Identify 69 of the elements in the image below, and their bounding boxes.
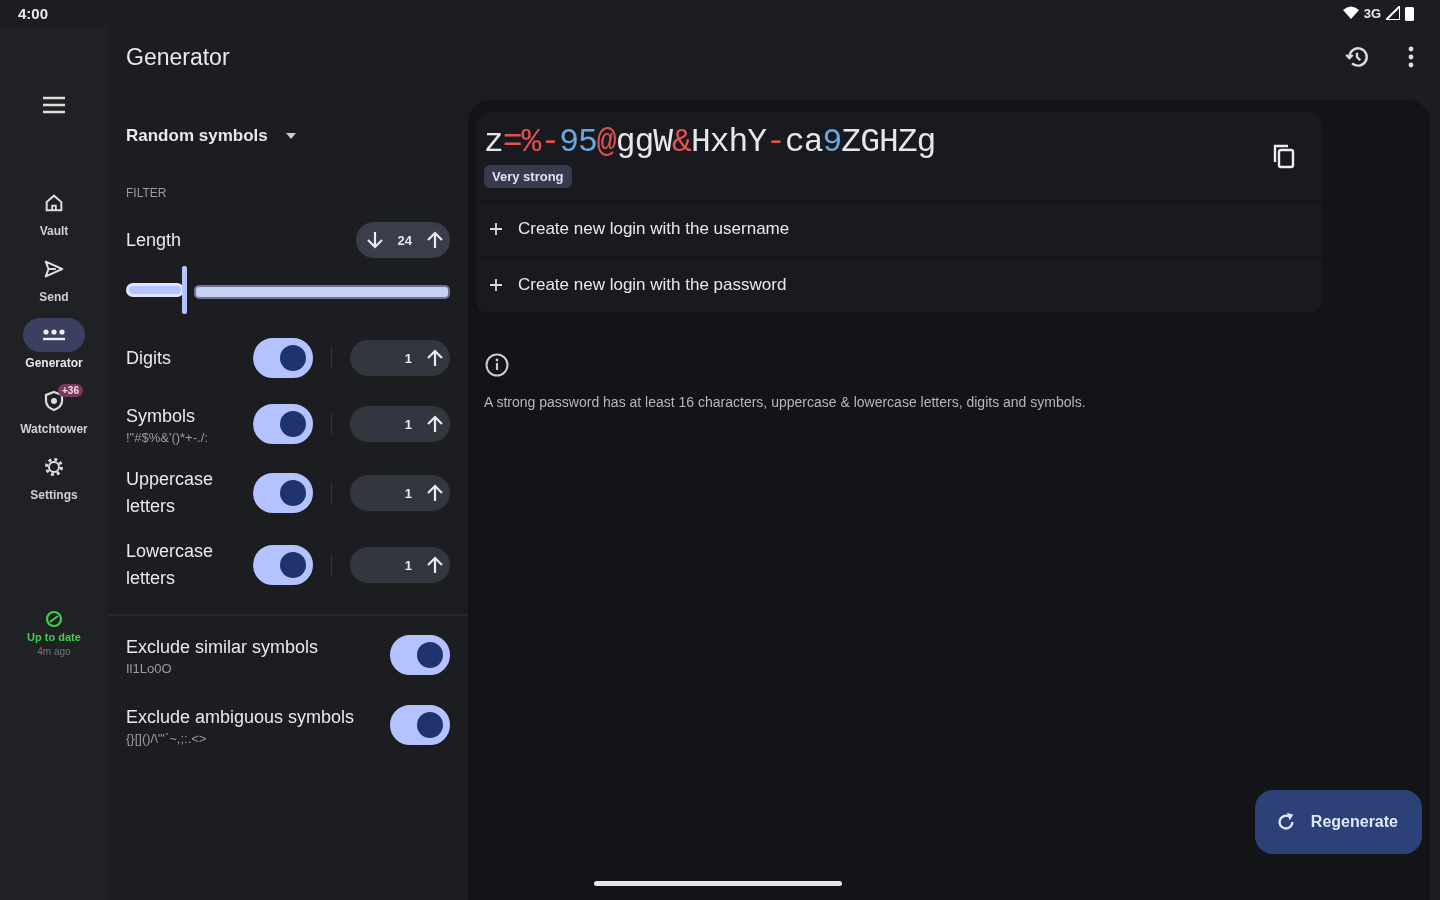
arrow-down-icon[interactable] bbox=[365, 230, 384, 250]
option-label: Symbols bbox=[126, 405, 197, 428]
battery-icon bbox=[1405, 5, 1414, 21]
toggle-switch[interactable] bbox=[253, 338, 313, 378]
nav-item[interactable]: +36 Watchtower bbox=[4, 384, 104, 436]
strength-badge: Very strong bbox=[484, 165, 572, 188]
option-label: Lowercase letters bbox=[126, 540, 215, 590]
toggle-switch[interactable] bbox=[253, 545, 313, 585]
arrow-up-icon[interactable] bbox=[426, 555, 444, 575]
sync-ok-icon bbox=[45, 610, 63, 628]
count-value: 1 bbox=[404, 416, 412, 432]
slider-thumb[interactable] bbox=[182, 266, 188, 314]
option-label: Exclude similar symbols bbox=[126, 636, 320, 659]
count-value: 1 bbox=[404, 485, 412, 501]
toggle-switch[interactable] bbox=[253, 473, 313, 513]
info-icon bbox=[484, 352, 510, 378]
settings-icon bbox=[42, 455, 66, 479]
menu-icon[interactable] bbox=[42, 96, 66, 114]
copy-icon[interactable] bbox=[1272, 143, 1296, 169]
alert-count-badge: +36 bbox=[58, 384, 83, 397]
signal-icon bbox=[1386, 6, 1400, 20]
count-stepper[interactable]: 1 bbox=[350, 547, 450, 583]
more-icon[interactable] bbox=[1408, 46, 1414, 68]
count-stepper[interactable]: 1 bbox=[350, 340, 450, 376]
option-label: Uppercase letters bbox=[126, 468, 215, 518]
home-icon bbox=[43, 192, 65, 214]
count-stepper[interactable]: 1 bbox=[350, 406, 450, 442]
create-login-action[interactable]: Create new login with the username bbox=[476, 202, 1322, 258]
option-hint: Il1Lo0O bbox=[126, 661, 173, 676]
count-value: 1 bbox=[404, 557, 412, 573]
toggle-switch[interactable] bbox=[390, 705, 450, 745]
sync-status: Up to date bbox=[27, 631, 81, 643]
network-type: 3G bbox=[1363, 5, 1381, 21]
option-label: Exclude ambiguous symbols bbox=[126, 706, 356, 729]
sync-time: 4m ago bbox=[37, 646, 71, 657]
toggle-switch[interactable] bbox=[253, 404, 313, 444]
generator-type-dropdown[interactable]: Random symbols bbox=[126, 126, 296, 146]
create-login-action[interactable]: Create new login with the password bbox=[476, 258, 1322, 314]
arrow-up-icon[interactable] bbox=[426, 483, 444, 503]
count-stepper[interactable]: 1 bbox=[350, 475, 450, 511]
nav-item[interactable]: Send bbox=[4, 252, 104, 304]
option-hint: {}[]()/\'"`~,;:.<> bbox=[126, 731, 208, 746]
length-slider[interactable] bbox=[126, 266, 450, 316]
generated-password: z=%-95@ggW&HxhY-ca9ZGHZg bbox=[484, 124, 936, 161]
status-time: 4:00 bbox=[18, 4, 49, 22]
arrow-up-icon[interactable] bbox=[426, 230, 444, 250]
plus-icon bbox=[490, 223, 502, 235]
wifi-icon bbox=[1342, 6, 1359, 20]
regenerate-button[interactable]: Regenerate bbox=[1254, 790, 1422, 854]
section-heading: FILTER bbox=[126, 186, 168, 200]
option-label: Length bbox=[126, 228, 182, 252]
nav-item[interactable]: Generator bbox=[4, 318, 104, 370]
page-title: Generator bbox=[126, 43, 230, 71]
length-value: 24 bbox=[397, 232, 412, 248]
nav-item[interactable]: Settings bbox=[4, 450, 104, 502]
nav-item[interactable]: Vault bbox=[4, 186, 104, 238]
arrow-up-icon[interactable] bbox=[426, 348, 444, 368]
option-label: Digits bbox=[126, 346, 172, 370]
generator-icon bbox=[41, 327, 67, 343]
caret-icon bbox=[285, 133, 296, 139]
history-icon[interactable] bbox=[1344, 44, 1370, 70]
arrow-up-icon[interactable] bbox=[426, 414, 444, 434]
plus-icon bbox=[490, 279, 502, 291]
option-hint: !"#$%&'()*+-./: bbox=[126, 430, 209, 445]
password-tip: A strong password has at least 16 characters, uppercase & lowercase letters, digits and symbols. bbox=[484, 394, 1087, 410]
length-stepper[interactable]: 24 bbox=[355, 222, 450, 258]
toggle-switch[interactable] bbox=[390, 635, 450, 675]
send-icon bbox=[42, 258, 66, 280]
count-value: 1 bbox=[404, 350, 412, 366]
